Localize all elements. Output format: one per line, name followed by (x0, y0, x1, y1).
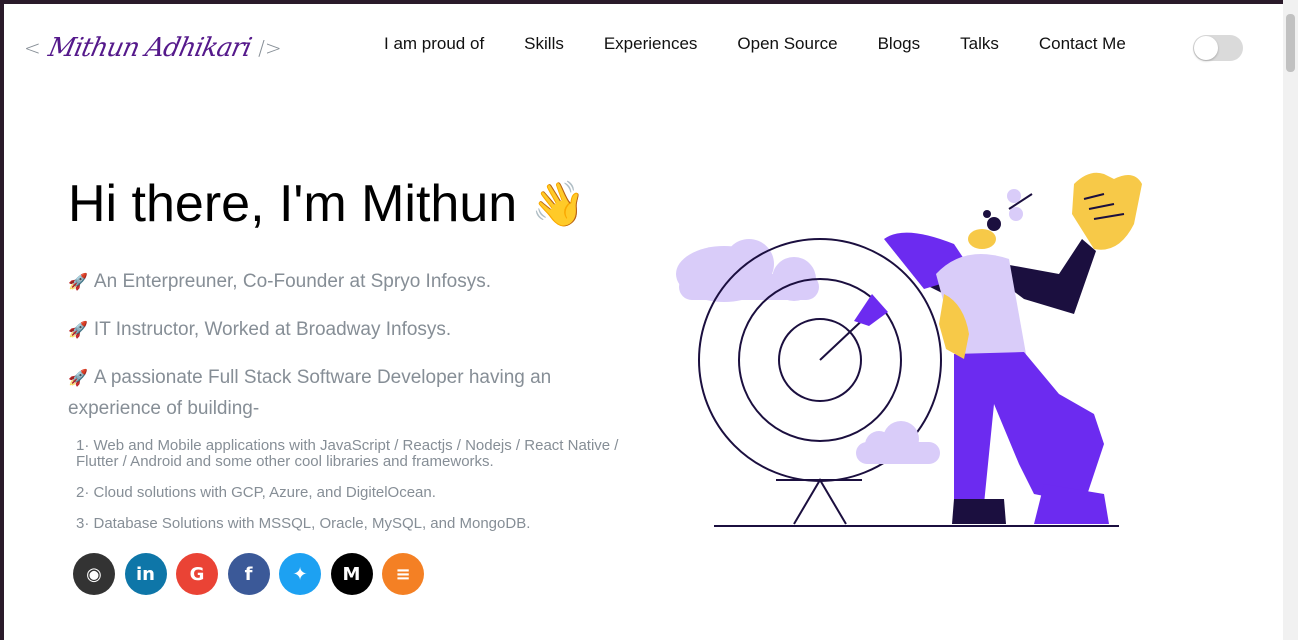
bullet-text: A passionate Full Stack Software Develop… (68, 367, 552, 419)
rocket-icon: 🚀 (68, 370, 88, 387)
facebook-icon[interactable]: f (227, 553, 270, 595)
toggle-knob (1194, 36, 1218, 60)
greeting-text: Hi there, I'm Mithun (68, 175, 518, 233)
subpoint-web-mobile: 1· Web and Mobile applications with Java… (76, 437, 619, 470)
nav-proud-of[interactable]: I am proud of (384, 34, 484, 54)
rocket-icon: 🚀 (68, 322, 88, 339)
rocket-icon: 🚀 (68, 274, 88, 291)
nav-experiences[interactable]: Experiences (604, 34, 698, 54)
logo-close-bracket: /> (258, 36, 282, 60)
theme-toggle[interactable] (1193, 35, 1243, 61)
logo-open-bracket: < (24, 36, 41, 60)
page-scrollbar[interactable] (1283, 0, 1298, 640)
main-nav: I am proud of Skills Experiences Open So… (384, 34, 1166, 54)
nav-contact-me[interactable]: Contact Me (1039, 34, 1126, 54)
linkedin-icon[interactable]: in (124, 553, 167, 595)
logo-signature: Mithun Adhikari (45, 33, 254, 63)
hero-illustration (676, 172, 1142, 527)
nav-skills[interactable]: Skills (524, 34, 564, 54)
cloud-small-icon (856, 421, 940, 464)
dart-icon (819, 294, 888, 361)
portfolio-page: < Mithun Adhikari /> I am proud of Skill… (4, 4, 1283, 640)
character-figure (884, 172, 1142, 524)
nav-blogs[interactable]: Blogs (878, 34, 921, 54)
google-icon[interactable]: G (176, 553, 218, 595)
bullet-instructor: 🚀 IT Instructor, Worked at Broadway Infos… (68, 315, 598, 346)
logo[interactable]: < Mithun Adhikari /> (24, 30, 282, 66)
social-links: ◉ in G f ✦ M ≡ (73, 553, 434, 595)
bullet-entrepreneur: 🚀 An Enterpreuner, Co-Founder at Spryo In… (68, 267, 598, 298)
bullet-text: An Enterpreuner, Co-Founder at Spryo Inf… (93, 271, 492, 292)
subpoint-database: 3· Database Solutions with MSSQL, Oracle… (76, 515, 531, 532)
nav-talks[interactable]: Talks (960, 34, 999, 54)
bullet-text: IT Instructor, Worked at Broadway Infosy… (93, 319, 452, 340)
greeting-heading: Hi there, I'm Mithun 👋 (68, 174, 586, 234)
scrollbar-thumb[interactable] (1286, 14, 1295, 72)
twitter-icon[interactable]: ✦ (279, 553, 321, 595)
subpoint-cloud: 2· Cloud solutions with GCP, Azure, and … (76, 484, 436, 501)
bullet-developer: 🚀 A passionate Full Stack Software Develo… (68, 363, 598, 424)
cloud-large-icon (676, 239, 819, 302)
nav-open-source[interactable]: Open Source (737, 34, 837, 54)
github-icon[interactable]: ◉ (73, 553, 115, 595)
medium-icon[interactable]: M (330, 553, 373, 595)
wave-icon: 👋 (531, 180, 586, 229)
header: < Mithun Adhikari /> I am proud of Skill… (4, 4, 1283, 84)
stack-overflow-icon[interactable]: ≡ (382, 553, 424, 595)
